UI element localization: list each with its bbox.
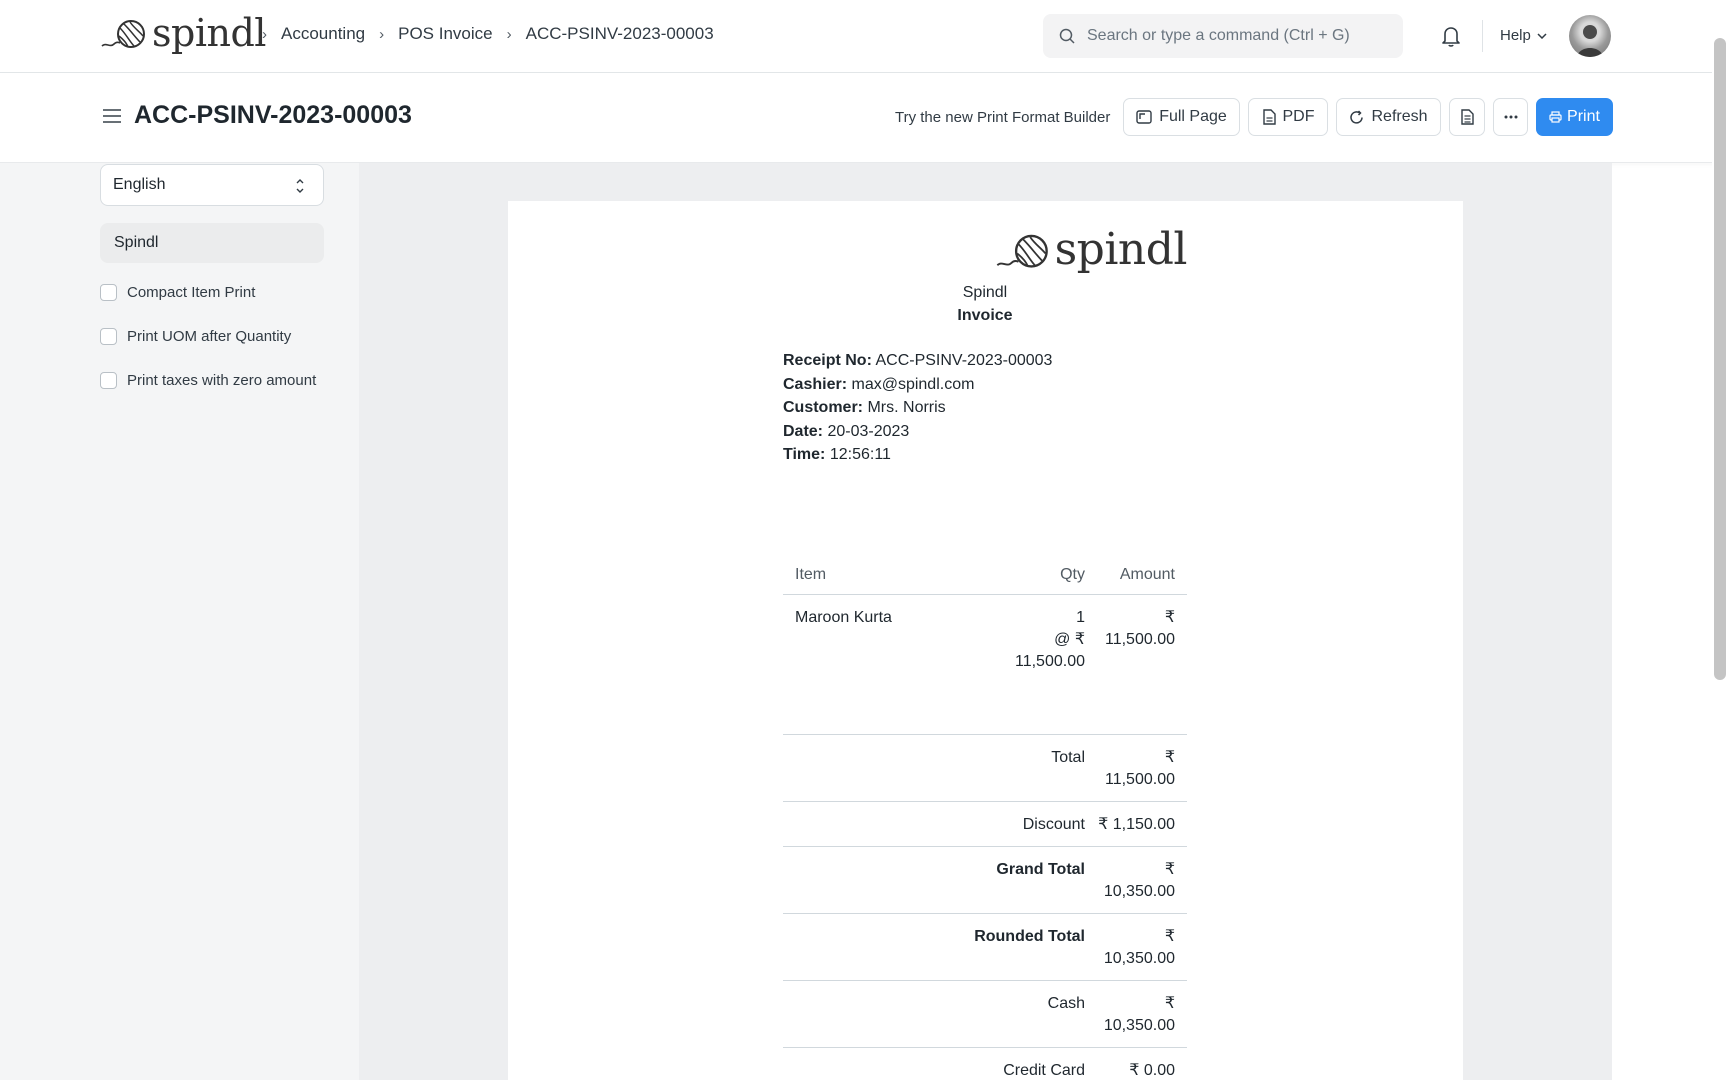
navbar: spindl › Accounting › POS Invoice › ACC-… [0,0,1728,73]
breadcrumb: › Accounting › POS Invoice › ACC-PSINV-2… [262,24,714,44]
discount-row: Discount ₹ 1,150.00 [783,802,1187,847]
search-bar[interactable] [1043,14,1403,58]
print-format-builder-link[interactable]: Try the new Print Format Builder [895,109,1110,126]
yarn-ball-icon [996,234,1048,268]
print-zero-taxes-label: Print taxes with zero amount [127,372,317,389]
chevron-right-icon: › [262,25,267,43]
pos-receipt: spindl Spindl Invoice Receipt No: ACC-PS… [783,224,1188,1080]
item-amount: ₹ 11,500.00 [1105,608,1175,648]
print-preview-area: spindl Spindl Invoice Receipt No: ACC-PS… [359,163,1612,1080]
language-select[interactable]: English [100,164,324,206]
receipt-logo: spindl [783,224,1188,275]
search-input[interactable] [1087,27,1387,45]
credit-card-row: Credit Card ₹ 0.00 [783,1048,1187,1080]
brand-logo[interactable]: spindl [100,14,266,52]
compact-item-print-checkbox[interactable] [100,284,117,301]
scrollbar-thumb[interactable] [1714,38,1726,680]
letterhead-value: Spindl [114,234,159,251]
page-title: ACC-PSINV-2023-00003 [134,101,412,129]
search-icon [1059,28,1075,44]
breadcrumb-current-doc[interactable]: ACC-PSINV-2023-00003 [526,24,714,44]
print-uom-label: Print UOM after Quantity [127,328,292,345]
print-uom-option[interactable]: Print UOM after Quantity [100,328,291,345]
total-row: Total ₹11,500.00 [783,735,1187,802]
language-value: English [113,176,166,193]
print-zero-taxes-option[interactable]: Print taxes with zero amount [100,372,316,389]
page-header: ACC-PSINV-2023-00003 Try the new Print F… [0,73,1728,163]
col-qty: Qty [1060,566,1085,583]
compact-item-print-label: Compact Item Print [127,284,256,301]
avatar[interactable] [1569,15,1611,57]
bell-icon[interactable] [1440,24,1462,48]
yarn-ball-icon [101,20,145,48]
chevron-right-icon: › [379,25,385,43]
col-item: Item [795,566,827,583]
item-name: Maroon Kurta [795,608,892,626]
receipt-logo-text: spindl [1054,224,1188,275]
time-line: Time: 12:56:11 [783,446,891,463]
date-line: Date: 20-03-2023 [783,422,910,440]
breadcrumb-accounting[interactable]: Accounting [281,24,365,44]
navbar-divider [1482,20,1483,52]
compact-item-print-option[interactable]: Compact Item Print [100,284,255,301]
print-zero-taxes-checkbox[interactable] [100,372,117,389]
customer-line: Customer: Mrs. Norris [783,399,946,416]
print-page: spindl Spindl Invoice Receipt No: ACC-PS… [508,201,1463,1080]
file-lines-icon [1461,109,1474,125]
receipt-doc-type: Invoice [957,307,1013,324]
document-icon [1262,109,1276,125]
full-page-button[interactable]: Full Page [1123,98,1240,136]
help-dropdown[interactable]: Help [1500,27,1547,44]
print-button[interactable]: Print [1536,98,1613,136]
chevron-right-icon: › [506,25,512,43]
receipt-no-line: Receipt No: ACC-PSINV-2023-00003 [783,352,1053,369]
brand-name: spindl [152,11,266,55]
pdf-button[interactable]: PDF [1248,98,1328,136]
cashier-line: Cashier: max@spindl.com [783,375,975,393]
item-qty: 1 @ ₹ 11,500.00 [1015,608,1085,670]
ellipsis-icon [1504,115,1517,119]
print-settings-button[interactable] [1449,98,1485,136]
rounded-total-row: Rounded Total ₹10,350.00 [783,914,1187,981]
breadcrumb-pos-invoice[interactable]: POS Invoice [398,24,493,44]
more-options-button[interactable] [1493,98,1528,136]
letterhead-field[interactable]: Spindl [100,223,324,263]
col-amount: Amount [1119,566,1175,583]
table-row: Maroon Kurta 1 @ ₹ 11,500.00 ₹ 11,500.00 [783,595,1187,735]
receipt-company: Spindl [962,284,1008,301]
refresh-icon [1350,109,1364,124]
refresh-button[interactable]: Refresh [1336,98,1441,136]
pdf-label: PDF [1282,108,1315,125]
refresh-label: Refresh [1371,108,1428,125]
print-label: Print [1567,108,1600,125]
full-page-label: Full Page [1159,108,1227,125]
full-page-icon [1136,110,1152,124]
hamburger-menu-icon[interactable] [102,108,122,124]
print-uom-checkbox[interactable] [100,328,117,345]
chevron-up-down-icon [296,179,304,193]
grand-total-row: Grand Total ₹10,350.00 [783,847,1187,914]
chevron-down-icon [1537,32,1547,39]
cash-row: Cash ₹10,350.00 [783,981,1187,1048]
receipt-meta: Receipt No: ACC-PSINV-2023-00003 Cashier… [783,349,1187,467]
printer-icon [1549,111,1562,123]
user-photo-icon [1577,25,1603,57]
items-table-header: Item Qty Amount [783,557,1187,595]
help-label: Help [1500,27,1531,44]
print-settings-sidebar: English Spindl Compact Item Print Print … [0,163,359,1080]
